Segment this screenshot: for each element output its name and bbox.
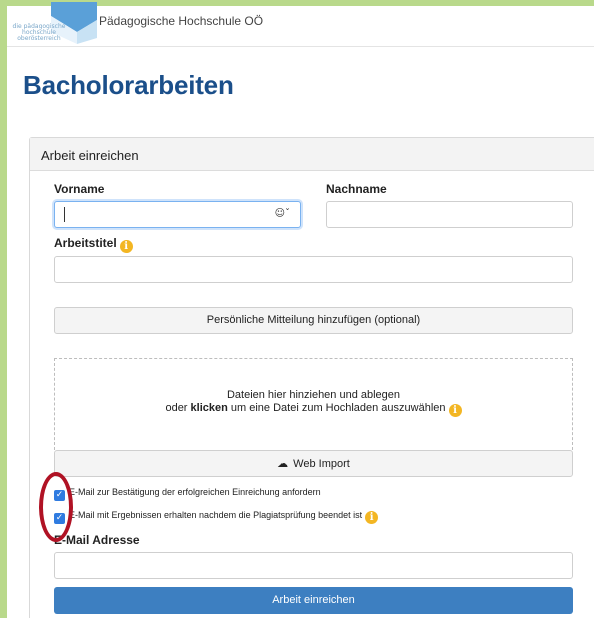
header-divider [7, 46, 594, 47]
work-title-input[interactable] [54, 256, 573, 283]
school-logo[interactable]: die pädagogische hochschule oberösterrei… [11, 2, 97, 44]
dropzone-instruction: Dateien hier hinziehen und ablegen [226, 389, 401, 401]
submit-work-button[interactable]: Arbeit einreichen [54, 587, 573, 614]
work-title-label: Arbeitstitel [54, 236, 117, 250]
logo-text: die pädagogische hochschule oberösterrei… [12, 23, 66, 42]
add-personal-message-button[interactable]: Persönliche Mitteilung hinzufügen (optio… [54, 307, 573, 334]
results-email-label: E-Mail mit Ergebnissen erhalten nachdem … [69, 510, 363, 520]
email-label: E-Mail Adresse [54, 533, 140, 547]
file-dropzone[interactable]: Dateien hier hinziehen und ablegen oder … [54, 358, 573, 450]
dropzone-click-word[interactable]: klicken [191, 402, 228, 414]
confirm-email-option: ✓ E-Mail zur Bestätigung der erfolgreiche… [54, 487, 321, 501]
results-email-option: ✓ E-Mail mit Ergebnissen erhalten nachdem… [54, 510, 379, 524]
dropzone-click-instruction: oder klicken um eine Datei zum Hochladen… [55, 402, 572, 417]
dropzone-prefix: oder [165, 402, 191, 414]
info-icon[interactable]: i [365, 511, 379, 524]
work-title-label-row: Arbeitstitel i [54, 236, 133, 253]
info-icon[interactable]: i [448, 404, 462, 417]
green-frame-left [0, 0, 7, 618]
text-caret [64, 207, 65, 222]
last-name-label: Nachname [326, 182, 387, 196]
web-import-button[interactable]: ☁ Web Import [54, 450, 573, 477]
web-import-label: Web Import [293, 458, 350, 470]
checkbox-highlight-ellipse [39, 472, 73, 542]
first-name-label: Vorname [54, 182, 105, 196]
first-name-input[interactable]: ☺ˇ [54, 201, 301, 228]
dropzone-suffix: um eine Datei zum Hochladen auszuwählen [227, 402, 446, 414]
cloud-icon: ☁ [277, 457, 289, 470]
person-autofill-icon[interactable]: ☺ˇ [275, 208, 290, 219]
school-name: Pädagogische Hochschule OÖ [99, 14, 264, 28]
confirm-email-label: E-Mail zur Bestätigung der erfolgreichen… [69, 487, 321, 497]
page-title: Bacholorarbeiten [23, 70, 234, 100]
last-name-input[interactable] [326, 201, 573, 228]
email-input[interactable] [54, 552, 573, 579]
card-title: Arbeit einreichen [30, 138, 594, 171]
info-icon[interactable]: i [119, 240, 133, 253]
